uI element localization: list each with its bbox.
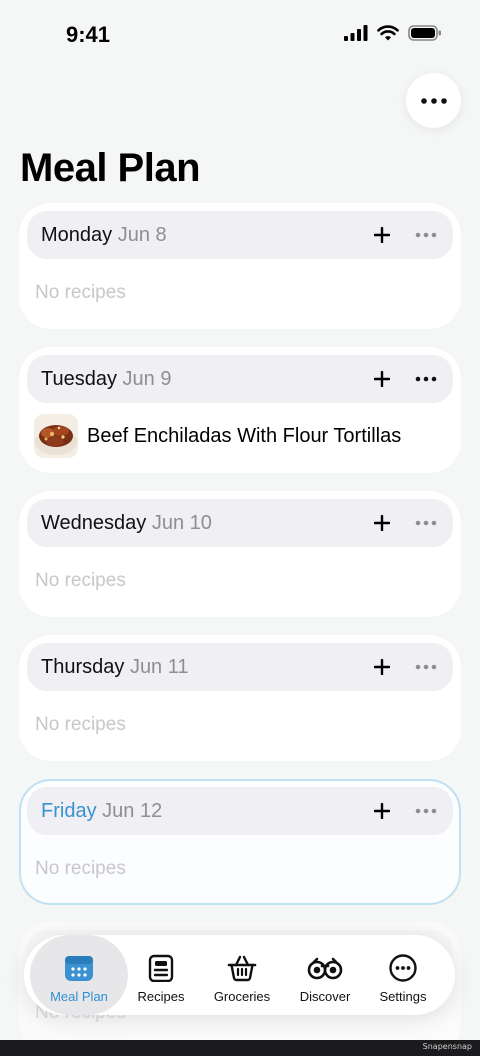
day-name: Tuesday: [41, 368, 117, 390]
day-header[interactable]: Thursday Jun 11: [27, 643, 453, 691]
calendar-icon: [64, 953, 94, 983]
ellipsis-icon: [415, 664, 437, 670]
day-name: Wednesday: [41, 512, 147, 534]
tab-label: Discover: [299, 989, 351, 1004]
empty-state-text: No recipes: [35, 714, 126, 735]
plus-icon: [374, 515, 390, 531]
day-more-button[interactable]: [413, 798, 439, 824]
empty-state-text: No recipes: [35, 282, 126, 303]
day-name: Monday: [41, 224, 113, 246]
status-time: 9:41: [66, 22, 111, 47]
battery-icon: [408, 25, 441, 41]
watermark-bar: Snapensnap: [0, 1040, 480, 1056]
day-more-button[interactable]: [413, 654, 439, 680]
day-header[interactable]: Tuesday Jun 9: [27, 355, 453, 403]
recipe-item[interactable]: Beef Enchiladas With Flour Tortillas: [34, 413, 401, 459]
plus-icon: [374, 227, 390, 243]
ellipsis-icon: [415, 520, 437, 526]
day-card-thursday: Thursday Jun 11 No recipes: [19, 635, 461, 761]
day-more-button[interactable]: [413, 222, 439, 248]
page-title: Meal Plan: [20, 146, 201, 190]
wifi-icon: [377, 25, 399, 41]
tab-bar: Meal Plan Recipes Groceries Discover Set…: [24, 935, 455, 1015]
add-recipe-button[interactable]: [369, 798, 395, 824]
recipe-thumbnail: [34, 414, 78, 458]
basket-icon: [227, 953, 257, 983]
day-header[interactable]: Monday Jun 8: [27, 211, 453, 259]
plus-icon: [374, 371, 390, 387]
cellular-signal-icon: [344, 25, 368, 41]
recipe-card-icon: [148, 953, 174, 983]
ellipsis-icon: [415, 376, 437, 382]
day-date: Jun 11: [129, 656, 189, 678]
ellipsis-circle-icon: [388, 953, 418, 983]
day-header[interactable]: Friday Jun 12: [27, 787, 453, 835]
day-title: Wednesday Jun 10: [41, 512, 212, 535]
status-icons: [344, 25, 442, 41]
tab-label: Recipes: [137, 989, 185, 1004]
add-recipe-button[interactable]: [369, 654, 395, 680]
day-title: Tuesday Jun 9: [41, 368, 171, 391]
ellipsis-icon: [420, 97, 447, 104]
day-date: Jun 12: [102, 800, 163, 822]
tab-groceries[interactable]: Groceries: [202, 935, 282, 1015]
day-more-button[interactable]: [413, 510, 439, 536]
ellipsis-icon: [415, 232, 437, 238]
day-name: Thursday: [41, 656, 125, 678]
tab-label: Meal Plan: [50, 989, 108, 1004]
tab-settings[interactable]: Settings: [370, 935, 436, 1015]
add-recipe-button[interactable]: [369, 222, 395, 248]
more-options-button[interactable]: [406, 73, 461, 128]
day-card-wednesday: Wednesday Jun 10 No recipes: [19, 491, 461, 617]
tab-discover[interactable]: Discover: [290, 935, 360, 1015]
tab-label: Settings: [379, 989, 427, 1004]
recipe-name: Beef Enchiladas With Flour Tortillas: [87, 424, 402, 447]
day-card-friday: Friday Jun 12 No recipes: [19, 779, 461, 905]
plus-icon: [374, 659, 390, 675]
day-date: Jun 8: [117, 224, 167, 246]
day-card-tuesday: Tuesday Jun 9 Beef Enchiladas With Flour…: [19, 347, 461, 473]
watermark: Snapensnap: [422, 1042, 472, 1051]
plus-icon: [374, 803, 390, 819]
add-recipe-button[interactable]: [369, 510, 395, 536]
day-title: Friday Jun 12: [41, 800, 162, 823]
day-date: Jun 9: [122, 368, 172, 390]
ellipsis-icon: [415, 808, 437, 814]
empty-state-text: No recipes: [35, 570, 126, 591]
day-date: Jun 10: [151, 512, 212, 534]
day-more-button[interactable]: [413, 366, 439, 392]
day-title: Monday Jun 8: [41, 224, 167, 247]
day-header[interactable]: Wednesday Jun 10: [27, 499, 453, 547]
day-name: Friday: [41, 800, 97, 822]
day-title: Thursday Jun 11: [41, 656, 189, 679]
add-recipe-button[interactable]: [369, 366, 395, 392]
status-bar: 9:41: [0, 0, 480, 70]
empty-state-text: No recipes: [35, 858, 126, 879]
day-card-monday: Monday Jun 8 No recipes: [19, 203, 461, 329]
tab-label: Groceries: [213, 989, 271, 1004]
tab-meal-plan[interactable]: Meal Plan: [30, 935, 128, 1015]
tab-recipes[interactable]: Recipes: [130, 935, 192, 1015]
binoculars-icon: [307, 953, 343, 983]
